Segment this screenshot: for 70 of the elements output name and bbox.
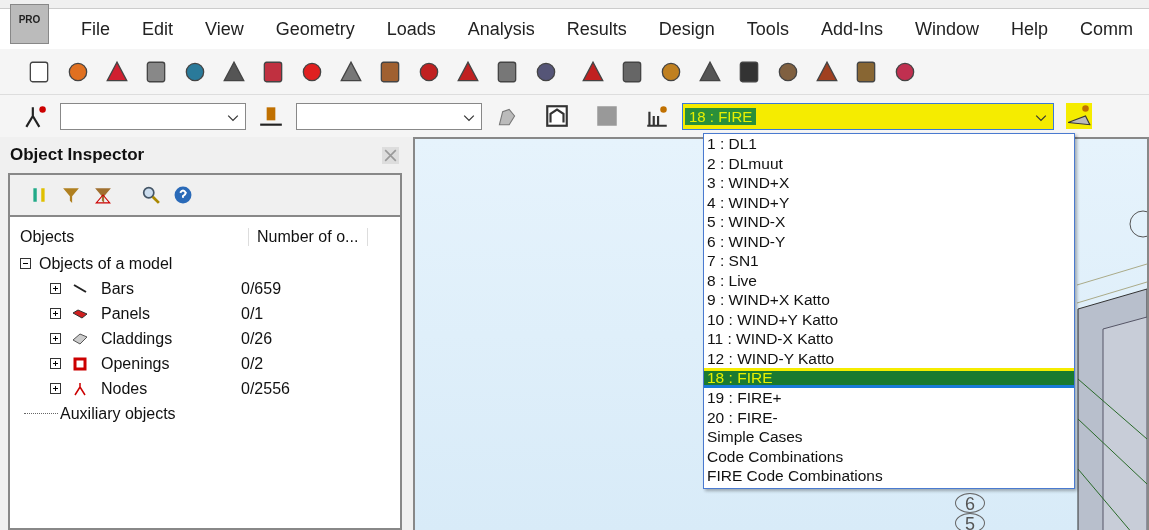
load-case-option[interactable]: 2 : DLmuut [704,153,1074,173]
menu-item[interactable]: Edit [125,18,189,40]
object-count: 0/2556 [241,379,290,398]
collapse-icon[interactable] [20,258,31,269]
combo-value: 18 : FIRE [685,107,757,125]
tree-item[interactable]: Objects of a model [39,254,173,273]
node-combo[interactable] [60,102,246,130]
load-case-option[interactable]: 4 : WIND+Y [704,192,1074,212]
menu-item[interactable]: Window [898,18,995,40]
tree-item[interactable]: Auxiliary objects [60,404,176,423]
expand-icon[interactable] [50,333,61,344]
load-case-option[interactable]: Simple Cases [704,427,1074,447]
tree-item[interactable]: Panels [101,304,241,323]
tree-item[interactable]: Bars [101,279,241,298]
object-count: 0/659 [241,279,282,298]
load-case-query-icon[interactable] [644,103,670,129]
expand-icon[interactable] [50,358,61,369]
expand-icon[interactable] [50,308,61,319]
load-case-option[interactable]: 9 : WIND+X Katto [704,290,1074,310]
load-case-option[interactable]: FIRE Code Combinations [704,466,1074,486]
column-header[interactable]: Objects [20,228,249,246]
menu-item[interactable]: Tools [730,18,805,40]
menu-item[interactable]: Add-Ins [804,18,899,40]
menu-item[interactable]: Geometry [259,18,371,40]
load-case-option[interactable]: 7 : SN1 [704,251,1074,271]
tree-item[interactable]: Claddings [101,329,241,348]
node-icon [71,380,89,397]
load-display-icon[interactable] [1066,103,1092,129]
menu-item[interactable]: Help [994,18,1064,40]
tree-item[interactable]: Openings [101,354,241,373]
opening-icon [71,355,89,372]
filter-icon[interactable] [62,186,80,204]
load-case-option[interactable]: 20 : FIRE- [704,407,1074,427]
load-case-option[interactable]: 11 : WIND-X Katto [704,329,1074,349]
app-logo: PRO [10,4,49,44]
menu-item[interactable]: File [64,18,126,40]
caret-icon [227,113,239,122]
object-count: 0/26 [241,329,273,348]
menu-item[interactable]: Results [550,18,643,40]
menu-item[interactable]: Analysis [451,18,551,40]
menu-item[interactable]: View [189,18,260,40]
panel-icon[interactable] [594,103,620,129]
caret-icon [1035,113,1047,122]
load-case-option[interactable]: 5 : WIND-X [704,212,1074,232]
load-case-option[interactable]: 18 : FIRE [704,368,1074,388]
load-case-option[interactable]: 8 : Live [704,270,1074,290]
panel-title: Object Inspector [10,145,145,165]
clear-filter-icon[interactable] [94,186,112,204]
object-count: 0/1 [241,304,264,323]
menu-item[interactable]: Design [642,18,731,40]
load-case-option[interactable]: 1 : DL1 [704,134,1074,154]
load-case-option[interactable]: 10 : WIND+Y Katto [704,309,1074,329]
help-icon[interactable] [174,186,192,204]
expand-icon[interactable] [50,283,61,294]
load-case-option[interactable]: 12 : WIND-Y Katto [704,348,1074,368]
load-case-option[interactable]: 19 : FIRE+ [704,388,1074,408]
load-case-option[interactable]: 3 : WIND+X [704,173,1074,193]
load-case-option[interactable]: Code Combinations [704,446,1074,466]
search-icon[interactable] [142,186,160,204]
caret-icon [463,113,475,122]
object-count: 0/2 [241,354,264,373]
menu-item[interactable]: Comm [1064,18,1149,40]
expand-icon[interactable] [50,383,61,394]
menu-item[interactable]: Loads [370,18,452,40]
frame-icon[interactable] [544,103,570,129]
load-case-option[interactable]: 6 : WIND-Y [704,231,1074,251]
bar-combo[interactable] [296,102,482,130]
column-header[interactable]: Number of o... [249,228,368,246]
columns-icon[interactable] [30,186,48,204]
tree-item[interactable]: Nodes [101,379,241,398]
